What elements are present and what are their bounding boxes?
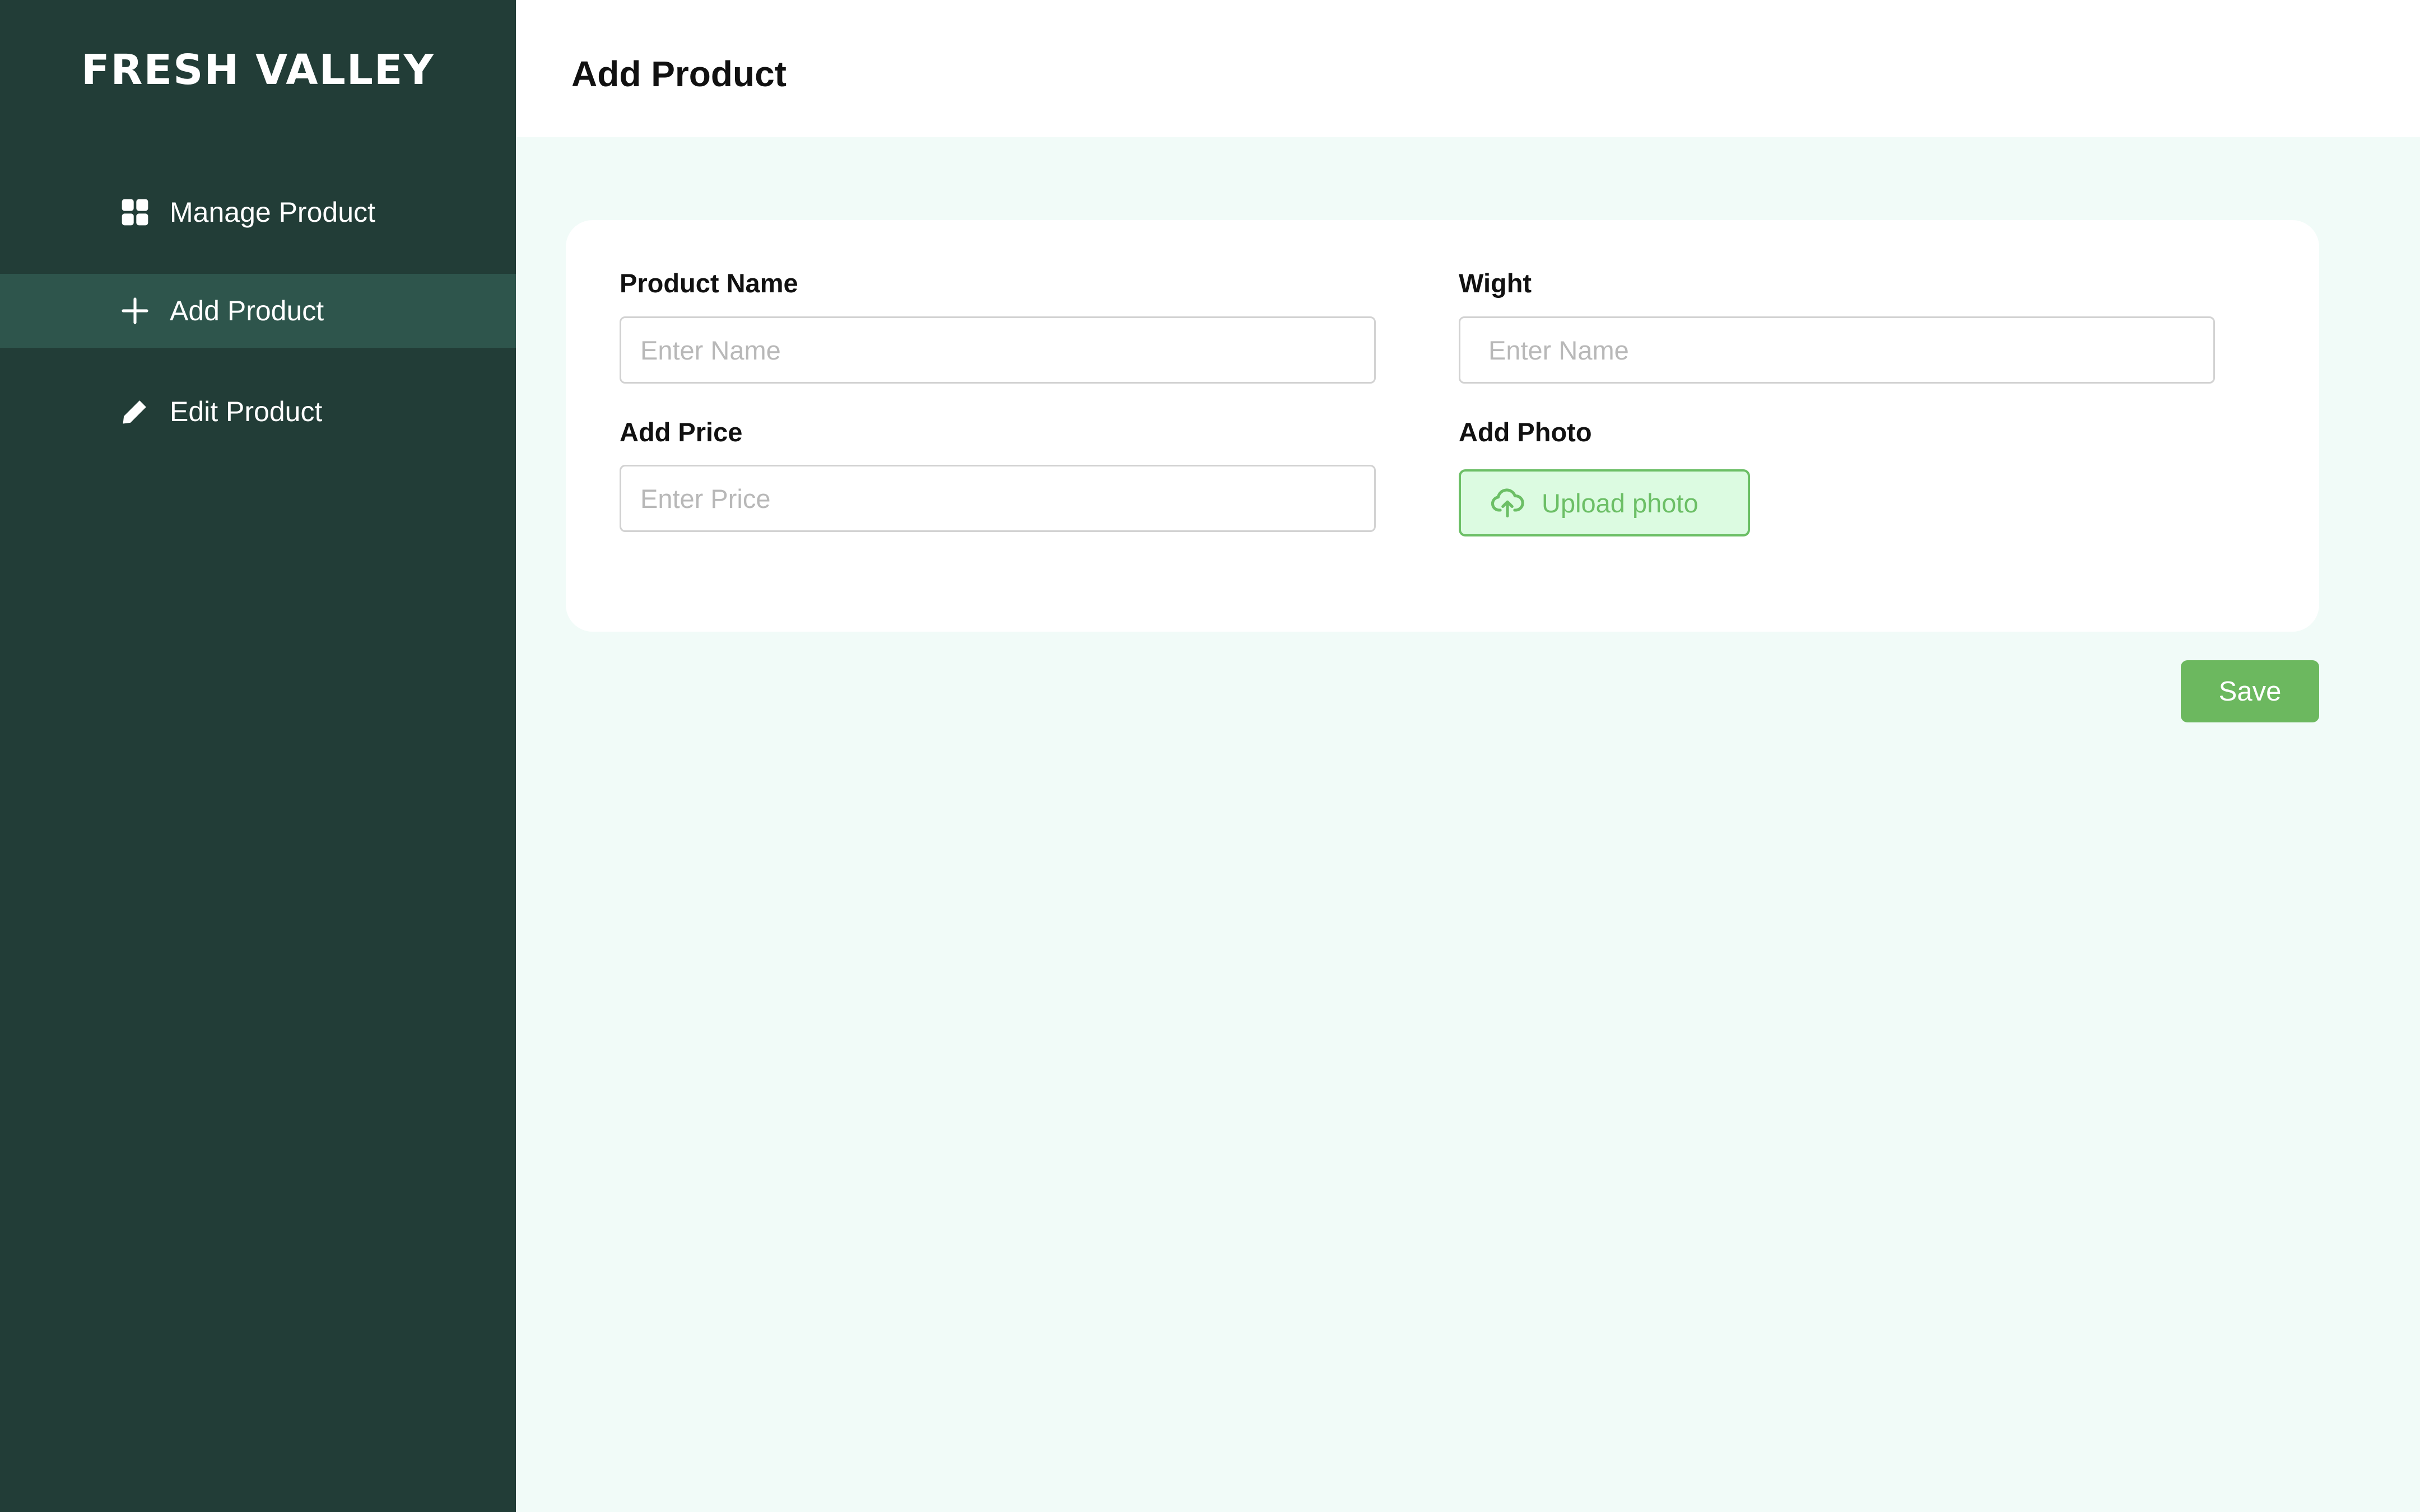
upload-photo-label: Upload photo	[1542, 488, 1698, 518]
sidebar-item-manage-product[interactable]: Manage Product	[0, 175, 516, 249]
plus-icon	[119, 295, 151, 326]
page-header: Add Product	[516, 0, 2420, 137]
page-title: Add Product	[571, 54, 787, 94]
sidebar-item-label: Manage Product	[170, 197, 375, 228]
upload-photo-button[interactable]: Upload photo	[1459, 469, 1750, 536]
product-form-card: Product Name Wight Add Price Add Photo U…	[566, 220, 2319, 632]
app-root: FRESH VALLEY Manage Product Add Product …	[0, 0, 2420, 1512]
sidebar: FRESH VALLEY Manage Product Add Product …	[0, 0, 516, 1512]
product-name-label: Product Name	[620, 268, 798, 298]
sidebar-item-add-product[interactable]: Add Product	[0, 274, 516, 348]
pencil-icon	[119, 396, 151, 427]
price-input[interactable]	[620, 465, 1376, 532]
sidebar-item-label: Edit Product	[170, 396, 323, 427]
price-label: Add Price	[620, 417, 743, 447]
sidebar-item-edit-product[interactable]: Edit Product	[0, 375, 516, 449]
sidebar-item-label: Add Product	[170, 295, 324, 326]
weight-label: Wight	[1459, 268, 1532, 298]
product-name-input[interactable]	[620, 316, 1376, 384]
save-button[interactable]: Save	[2181, 660, 2319, 722]
photo-label: Add Photo	[1459, 417, 1592, 447]
cloud-upload-icon	[1490, 486, 1525, 520]
weight-input[interactable]	[1459, 316, 2215, 384]
brand-logo: FRESH VALLEY	[81, 46, 435, 94]
grid-icon	[119, 197, 151, 228]
